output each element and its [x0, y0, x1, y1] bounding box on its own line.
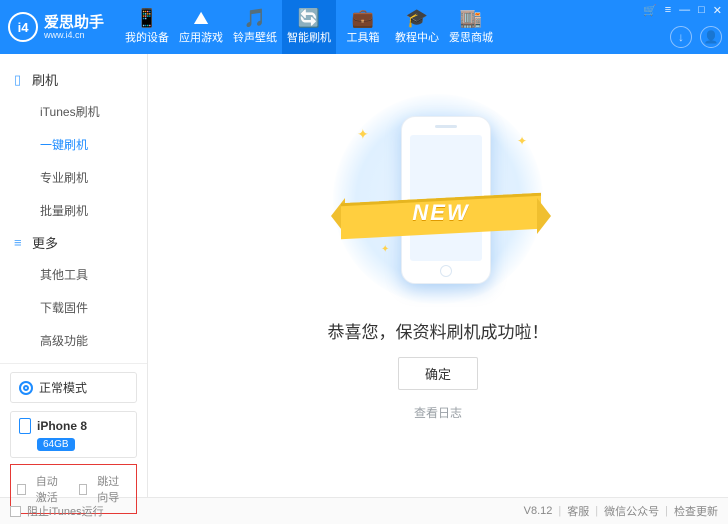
tab-smart-flash[interactable]: 🔄 智能刷机 — [282, 0, 336, 54]
brand-url: www.i4.cn — [44, 30, 104, 40]
tab-my-device[interactable]: 📱 我的设备 — [120, 0, 174, 54]
sidebar-group-more: ≡ 更多 — [0, 227, 147, 258]
tab-label: 爱思商城 — [449, 29, 493, 45]
device-icon: ▯ — [14, 72, 26, 88]
tab-label: 应用游戏 — [179, 29, 223, 45]
wechat-link[interactable]: 微信公众号 — [604, 503, 659, 519]
mode-status-icon — [19, 381, 33, 395]
app-body: ▯ 刷机 iTunes刷机 一键刷机 专业刷机 批量刷机 ≡ 更多 其他工具 下… — [0, 54, 728, 497]
confirm-button[interactable]: 确定 — [398, 357, 478, 390]
download-button[interactable]: ↓ — [670, 26, 692, 48]
sidebar-group-label: 刷机 — [32, 70, 58, 89]
tab-toolbox[interactable]: 💼 工具箱 — [336, 0, 390, 54]
brand-text: 爱思助手 www.i4.cn — [44, 15, 104, 40]
window-controls: 🛒 ≡ — □ ✕ — [643, 0, 722, 17]
tab-app-games[interactable]: ⛰ 应用游戏 — [174, 0, 228, 54]
music-icon: 🎵 — [244, 9, 266, 27]
tab-label: 我的设备 — [125, 29, 169, 45]
sidebar-bottom: 正常模式 iPhone 8 64GB 自动激活 跳过向导 — [0, 363, 147, 522]
success-hero: ✦ ✦ ✦ NEW 恭喜您，保资料刷机成功啦！ 确定 查看日志 — [148, 94, 728, 421]
sidebar-item-one-click-flash[interactable]: 一键刷机 — [0, 128, 147, 161]
new-ribbon: NEW — [341, 190, 541, 240]
tab-ringtone-wallpaper[interactable]: 🎵 铃声壁纸 — [228, 0, 282, 54]
star-icon: ✦ — [381, 244, 389, 255]
logo-icon: i4 — [8, 12, 38, 42]
store-icon: 🏬 — [460, 9, 482, 27]
view-log-link[interactable]: 查看日志 — [414, 404, 462, 421]
cart-icon[interactable]: 🛒 — [643, 4, 657, 17]
sidebar-item-other-tools[interactable]: 其他工具 — [0, 258, 147, 291]
skip-guide-checkbox[interactable] — [79, 484, 88, 495]
sidebar-item-download-firmware[interactable]: 下载固件 — [0, 291, 147, 324]
phone-icon: 📱 — [136, 9, 158, 27]
auto-activate-label: 自动激活 — [36, 473, 69, 505]
app-header: i4 爱思助手 www.i4.cn 📱 我的设备 ⛰ 应用游戏 🎵 铃声壁纸 🔄 智能刷… — [0, 0, 728, 54]
mode-label: 正常模式 — [39, 379, 87, 396]
header-right: 🛒 ≡ — □ ✕ ↓ 👤 — [643, 0, 722, 54]
user-controls: ↓ 👤 — [670, 26, 722, 48]
sidebar-group-label: 更多 — [32, 233, 58, 252]
check-update-link[interactable]: 检查更新 — [674, 503, 718, 519]
sidebar-item-itunes-flash[interactable]: iTunes刷机 — [0, 95, 147, 128]
tab-label: 铃声壁纸 — [233, 29, 277, 45]
sidebar-item-pro-flash[interactable]: 专业刷机 — [0, 161, 147, 194]
toolbox-icon: 💼 — [352, 9, 374, 27]
graduation-icon: 🎓 — [406, 9, 428, 27]
skip-guide-label: 跳过向导 — [97, 473, 130, 505]
sidebar-item-batch-flash[interactable]: 批量刷机 — [0, 194, 147, 227]
block-itunes-checkbox[interactable] — [10, 506, 21, 517]
block-itunes-label: 阻止iTunes运行 — [27, 503, 104, 519]
tab-label: 智能刷机 — [287, 29, 331, 45]
profile-button[interactable]: 👤 — [700, 26, 722, 48]
device-box[interactable]: iPhone 8 64GB — [10, 411, 137, 458]
tab-label: 教程中心 — [395, 29, 439, 45]
refresh-icon: 🔄 — [298, 9, 320, 27]
sidebar-item-advanced[interactable]: 高级功能 — [0, 324, 147, 357]
hero-illustration: ✦ ✦ ✦ NEW — [333, 94, 543, 304]
list-icon: ≡ — [14, 235, 26, 250]
brand-name: 爱思助手 — [44, 15, 104, 30]
maximize-button[interactable]: □ — [698, 4, 705, 17]
support-link[interactable]: 客服 — [567, 503, 589, 519]
phone-outline-icon — [19, 418, 31, 434]
tab-label: 工具箱 — [347, 29, 380, 45]
star-icon: ✦ — [517, 134, 527, 148]
sidebar-group-flash: ▯ 刷机 — [0, 64, 147, 95]
mode-box[interactable]: 正常模式 — [10, 372, 137, 403]
star-icon: ✦ — [357, 126, 369, 143]
menu-icon[interactable]: ≡ — [665, 4, 671, 17]
brand: i4 爱思助手 www.i4.cn — [8, 12, 104, 42]
storage-badge: 64GB — [37, 438, 75, 451]
device-name: iPhone 8 — [37, 419, 87, 433]
sidebar: ▯ 刷机 iTunes刷机 一键刷机 专业刷机 批量刷机 ≡ 更多 其他工具 下… — [0, 54, 148, 497]
tab-mall[interactable]: 🏬 爱思商城 — [444, 0, 498, 54]
apps-icon: ⛰ — [193, 9, 208, 27]
top-tabs: 📱 我的设备 ⛰ 应用游戏 🎵 铃声壁纸 🔄 智能刷机 💼 工具箱 🎓 教程中心 🏬 爱思商城 — [120, 0, 498, 54]
auto-activate-checkbox[interactable] — [17, 484, 26, 495]
minimize-button[interactable]: — — [679, 4, 690, 17]
ribbon-text: NEW — [341, 200, 541, 226]
main-content: ✦ ✦ ✦ NEW 恭喜您，保资料刷机成功啦！ 确定 查看日志 — [148, 54, 728, 497]
version-label: V8.12 — [524, 505, 553, 517]
close-button[interactable]: ✕ — [713, 4, 722, 17]
tab-tutorials[interactable]: 🎓 教程中心 — [390, 0, 444, 54]
success-headline: 恭喜您，保资料刷机成功啦！ — [328, 318, 549, 343]
